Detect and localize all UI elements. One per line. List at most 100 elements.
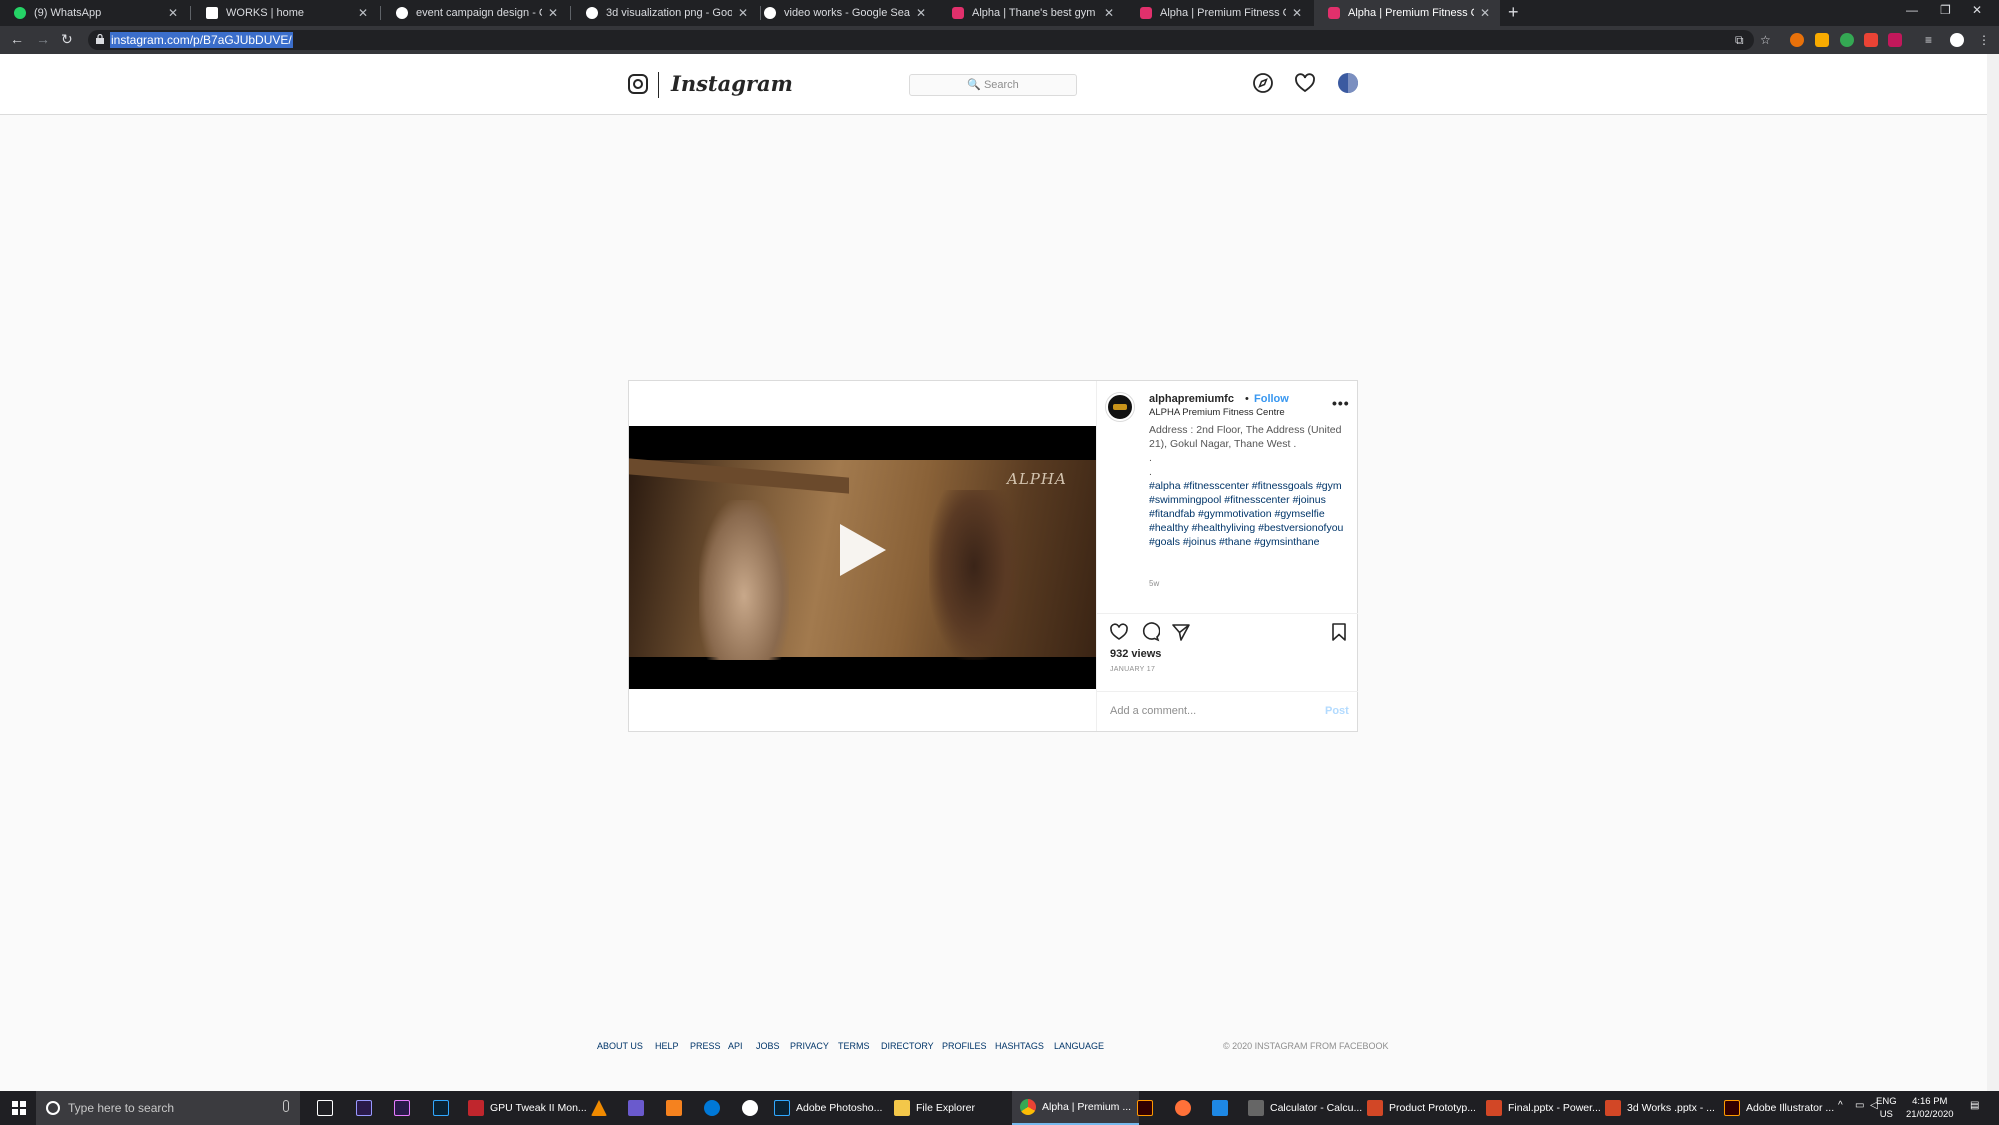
back-button[interactable]: ←: [10, 31, 24, 47]
taskbar-item-illustrator[interactable]: Adobe Illustrator ...: [1724, 1091, 1834, 1125]
illustrator-icon[interactable]: [1137, 1100, 1153, 1116]
footer-link-privacy[interactable]: PRIVACY: [790, 1041, 829, 1051]
tab-event-campaign[interactable]: event campaign design - Google ✕: [382, 0, 568, 26]
premiere-pro-icon[interactable]: [394, 1100, 410, 1116]
system-clock[interactable]: 4:16 PM 21/02/2020: [1906, 1095, 1954, 1121]
footer-link-directory[interactable]: DIRECTORY: [881, 1041, 934, 1051]
taskbar-item-gpu-tweak[interactable]: GPU Tweak II Mon...: [468, 1091, 587, 1125]
footer-link-press[interactable]: PRESS: [690, 1041, 721, 1051]
explore-compass-icon[interactable]: [1252, 72, 1274, 94]
like-heart-icon[interactable]: [1109, 622, 1129, 642]
network-icon[interactable]: ▭: [1855, 1100, 1864, 1111]
reload-button[interactable]: ↻: [61, 31, 73, 48]
taskbar-item-3d-works[interactable]: 3d Works .pptx - ...: [1605, 1091, 1715, 1125]
play-icon[interactable]: [840, 524, 886, 576]
close-window-button[interactable]: ✕: [1972, 3, 1982, 17]
language-indicator[interactable]: ENG US: [1876, 1095, 1897, 1121]
lightroom-icon[interactable]: [433, 1100, 449, 1116]
taskbar-item-product-prototype[interactable]: Product Prototyp...: [1367, 1091, 1476, 1125]
close-icon[interactable]: ✕: [1480, 6, 1490, 20]
sublime-text-icon[interactable]: [666, 1100, 682, 1116]
tab-3d-visualization[interactable]: 3d visualization png - Google Se ✕: [572, 0, 758, 26]
extension-icon[interactable]: [1888, 33, 1902, 47]
account-username[interactable]: alphapremiumfc: [1149, 393, 1234, 405]
tab-video-works[interactable]: video works - Google Search ✕: [750, 0, 936, 26]
taskbar-item-calculator[interactable]: Calculator - Calcu...: [1248, 1091, 1362, 1125]
close-icon[interactable]: ✕: [358, 6, 368, 20]
tab-alpha-thane[interactable]: Alpha | Thane's best gym (@alph ✕: [938, 0, 1124, 26]
app-icon[interactable]: [628, 1100, 644, 1116]
show-hidden-icons-icon[interactable]: ^: [1838, 1100, 1843, 1111]
extension-icon[interactable]: [1790, 33, 1804, 47]
open-in-app-icon[interactable]: ⧉: [1735, 33, 1744, 48]
notifications-icon[interactable]: ▤: [1970, 1100, 1979, 1111]
footer-link-hashtags[interactable]: HASHTAGS: [995, 1041, 1044, 1051]
menu-kebab-icon[interactable]: ⋮: [1978, 33, 1990, 47]
profile-avatar-icon[interactable]: [1950, 33, 1964, 47]
caption-hashtags[interactable]: #alpha #fitnesscenter #fitnessgoals #gym…: [1149, 479, 1349, 549]
footer-link-language[interactable]: LANGUAGE: [1054, 1041, 1104, 1051]
browser-tab-strip: (9) WhatsApp ✕ WORKS | home ✕ event camp…: [0, 0, 1999, 26]
close-icon[interactable]: ✕: [548, 6, 558, 20]
footer-link-api[interactable]: API: [728, 1041, 743, 1051]
close-icon[interactable]: ✕: [738, 6, 748, 20]
activity-heart-icon[interactable]: [1294, 72, 1316, 94]
taskbar-search[interactable]: Type here to search: [36, 1091, 300, 1125]
account-location[interactable]: ALPHA Premium Fitness Centre: [1149, 407, 1285, 418]
taskbar-item-file-explorer[interactable]: File Explorer: [894, 1091, 975, 1125]
comment-bubble-icon[interactable]: [1140, 622, 1160, 642]
save-bookmark-icon[interactable]: [1329, 622, 1349, 642]
forward-button[interactable]: →: [36, 31, 50, 47]
close-icon[interactable]: ✕: [1292, 6, 1302, 20]
vlc-icon[interactable]: [591, 1100, 607, 1116]
follow-button[interactable]: Follow: [1254, 393, 1289, 405]
edge-icon[interactable]: [704, 1100, 720, 1116]
instagram-glyph-icon[interactable]: [628, 74, 648, 94]
more-options-icon[interactable]: •••: [1332, 395, 1350, 411]
page-scrollbar[interactable]: [1987, 54, 1999, 1091]
taskbar-item-chrome[interactable]: Alpha | Premium ...: [1012, 1091, 1140, 1125]
close-icon[interactable]: ✕: [1104, 6, 1114, 20]
firefox-icon[interactable]: [1175, 1100, 1191, 1116]
task-view-icon[interactable]: [317, 1100, 333, 1116]
minimize-button[interactable]: —: [1906, 3, 1918, 17]
video-player[interactable]: ALPHA: [629, 426, 1096, 689]
address-bar[interactable]: instagram.com/p/B7aGJUbDUVE/ ⧉ ☆: [88, 30, 1771, 50]
share-send-icon[interactable]: [1171, 622, 1191, 642]
after-effects-icon[interactable]: [356, 1100, 372, 1116]
extension-icon[interactable]: [1864, 33, 1878, 47]
comment-input[interactable]: Add a comment...: [1110, 705, 1196, 717]
tab-whatsapp[interactable]: (9) WhatsApp ✕: [0, 0, 188, 26]
footer-link-about[interactable]: ABOUT US: [597, 1041, 643, 1051]
tab-alpha-premium[interactable]: Alpha | Premium Fitness Centre ✕: [1126, 0, 1312, 26]
tab-alpha-premium-active[interactable]: Alpha | Premium Fitness Centre ✕: [1314, 0, 1500, 26]
close-icon[interactable]: ✕: [916, 6, 926, 20]
media-controls-icon[interactable]: ≡: [1925, 33, 1932, 47]
footer-link-help[interactable]: HELP: [655, 1041, 679, 1051]
close-icon[interactable]: ✕: [168, 6, 178, 20]
app-icon[interactable]: [1212, 1100, 1228, 1116]
microphone-icon[interactable]: [283, 1100, 289, 1112]
view-count[interactable]: 932 views: [1110, 648, 1161, 660]
footer-link-terms[interactable]: TERMS: [838, 1041, 870, 1051]
tab-works[interactable]: WORKS | home ✕: [192, 0, 378, 26]
bookmark-star-icon[interactable]: ☆: [1760, 33, 1771, 47]
footer-link-jobs[interactable]: JOBS: [756, 1041, 780, 1051]
footer-link-profiles[interactable]: PROFILES: [942, 1041, 987, 1051]
post-comment-button[interactable]: Post: [1325, 705, 1349, 717]
profile-avatar[interactable]: [1337, 72, 1359, 94]
taskbar-item-final-pptx[interactable]: Final.pptx - Power...: [1486, 1091, 1601, 1125]
taskbar-item-photoshop[interactable]: Adobe Photosho...: [774, 1091, 882, 1125]
url-text[interactable]: instagram.com/p/B7aGJUbDUVE/: [110, 32, 293, 48]
grammarly-icon[interactable]: [1840, 33, 1854, 47]
extension-icon[interactable]: [1815, 33, 1829, 47]
account-avatar[interactable]: [1106, 393, 1134, 421]
chrome-canary-icon[interactable]: [742, 1100, 758, 1116]
post-date[interactable]: JANUARY 17: [1110, 666, 1155, 673]
restore-button[interactable]: ❐: [1940, 3, 1951, 17]
instagram-wordmark[interactable]: Instagram: [671, 71, 793, 96]
new-tab-button[interactable]: +: [1508, 2, 1519, 23]
windows-start-icon[interactable]: [12, 1101, 26, 1115]
post-time-ago[interactable]: 5w: [1149, 579, 1159, 588]
search-input[interactable]: 🔍 Search: [909, 74, 1077, 96]
